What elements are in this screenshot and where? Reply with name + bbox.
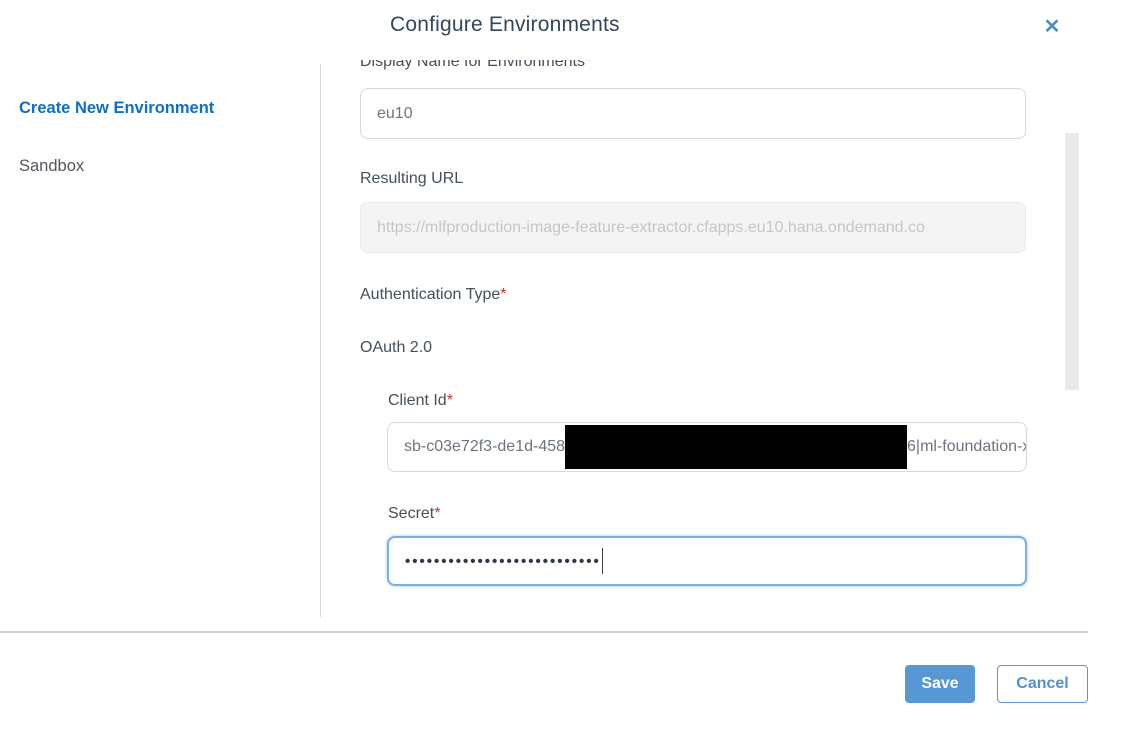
display-name-value: eu10 (377, 105, 413, 123)
authentication-type-label: Authentication Type* (360, 286, 506, 304)
client-id-label: Client Id* (388, 392, 453, 410)
text-cursor (602, 548, 603, 574)
client-id-input[interactable]: sb-c03e72f3-de1d-458 6|ml-foundation-xsu… (387, 422, 1027, 472)
scrollbar-thumb[interactable] (1065, 133, 1079, 390)
sidebar-item-create-new-environment[interactable]: Create New Environment (19, 99, 214, 118)
display-name-label: Display Name for Environments* (360, 60, 591, 71)
resulting-url-label: Resulting URL (360, 170, 463, 188)
display-name-label-text: Display Name for Environments (360, 60, 585, 70)
required-asterisk: * (500, 286, 506, 303)
display-name-input[interactable]: eu10 (360, 88, 1026, 139)
resulting-url-value: https://mlfproduction-image-feature-extr… (377, 219, 925, 237)
secret-masked-value: ••••••••••••••••••••••••••• (405, 553, 601, 570)
required-asterisk: * (447, 392, 453, 409)
cancel-button[interactable]: Cancel (997, 665, 1088, 703)
required-asterisk: * (585, 60, 591, 70)
dialog-title: Configure Environments (390, 13, 620, 37)
save-button[interactable]: Save (905, 665, 975, 703)
client-id-label-text: Client Id (388, 392, 447, 409)
secret-input[interactable]: ••••••••••••••••••••••••••• (387, 536, 1027, 586)
authentication-type-label-text: Authentication Type (360, 286, 500, 303)
redaction-box (565, 425, 907, 469)
client-id-value-suffix: 6|ml-foundation-xsuaa (907, 438, 1027, 456)
form-scroll-area: Display Name for Environments* eu10 Resu… (360, 60, 1030, 600)
sidebar-divider (320, 64, 321, 617)
sidebar-item-sandbox[interactable]: Sandbox (19, 157, 84, 176)
authentication-type-value: OAuth 2.0 (360, 339, 432, 357)
close-icon[interactable]: ✕ (1039, 13, 1065, 39)
secret-label: Secret* (388, 505, 440, 523)
footer-divider (0, 631, 1088, 633)
resulting-url-input-disabled: https://mlfproduction-image-feature-extr… (360, 202, 1026, 253)
secret-label-text: Secret (388, 505, 434, 522)
required-asterisk: * (434, 505, 440, 522)
client-id-value-prefix: sb-c03e72f3-de1d-458 (404, 438, 565, 456)
